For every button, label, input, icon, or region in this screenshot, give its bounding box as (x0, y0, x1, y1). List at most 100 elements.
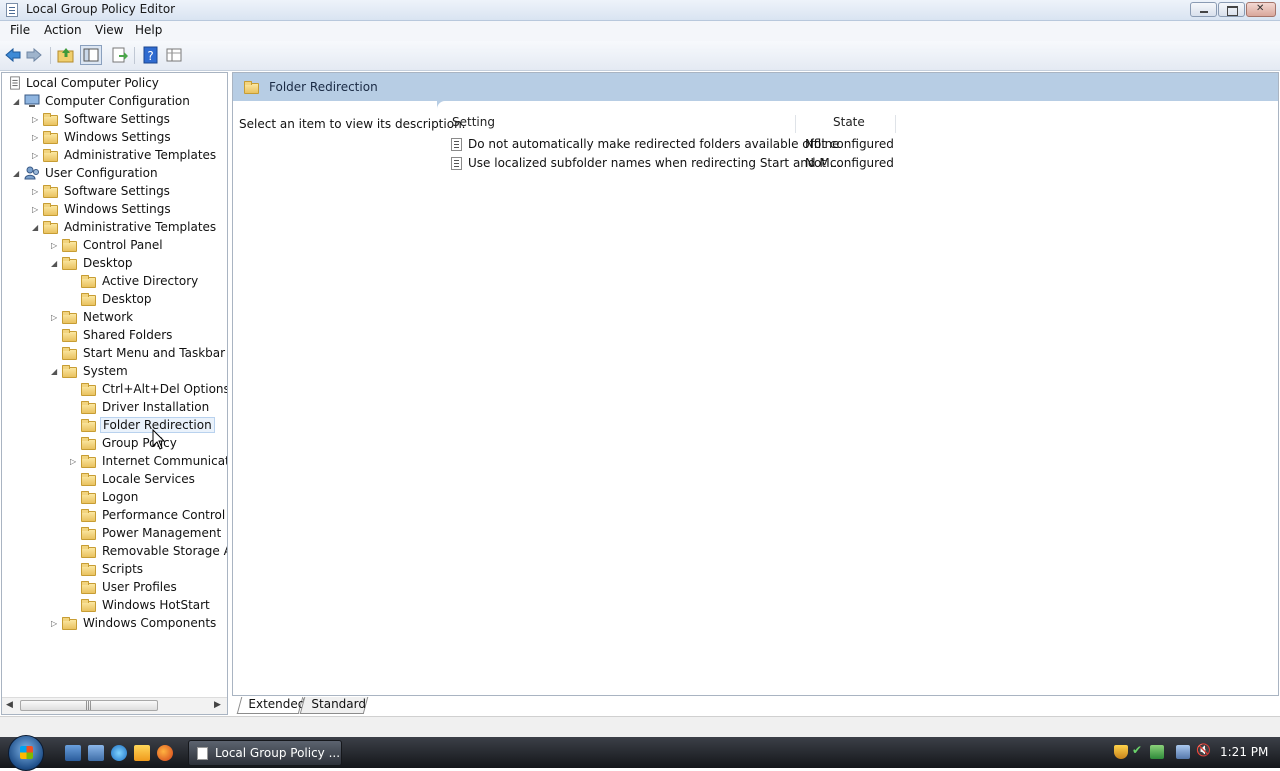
up-folder-icon[interactable] (57, 46, 75, 64)
setting-state: Not configured (805, 137, 894, 151)
back-arrow-icon[interactable] (4, 46, 22, 64)
column-divider[interactable] (895, 115, 896, 133)
tree-label: Performance Control Pa (102, 508, 227, 522)
taskbar-button-gpedit[interactable]: Local Group Policy ... (188, 740, 342, 766)
setting-name: Use localized subfolder names when redir… (468, 156, 842, 170)
column-divider[interactable] (795, 115, 796, 133)
folder-icon (81, 563, 96, 576)
tab-label: Extended (248, 697, 306, 711)
list-item[interactable]: Do not automatically make redirected fol… (447, 135, 1278, 154)
tree-horizontal-scrollbar[interactable]: ◀ ||| ▶ (2, 697, 227, 714)
expand-arrow-icon[interactable]: ▷ (51, 241, 59, 251)
folder-icon (81, 473, 96, 486)
tree-label: User Profiles (102, 580, 177, 594)
folder-icon (81, 545, 96, 558)
folder-icon (62, 329, 77, 342)
internet-explorer-icon[interactable] (111, 745, 127, 761)
network-icon[interactable] (1176, 745, 1190, 759)
menu-help[interactable]: Help (135, 23, 162, 37)
clock[interactable]: 1:21 PM (1220, 745, 1268, 759)
tree-label: Control Panel (83, 238, 163, 252)
status-bar (0, 716, 1280, 737)
expand-arrow-icon[interactable]: ▷ (70, 457, 78, 467)
folder-icon (81, 401, 96, 414)
expand-arrow-icon[interactable]: ▷ (32, 133, 40, 143)
tree-label: Local Computer Policy (26, 76, 159, 90)
folder-icon (81, 509, 96, 522)
tree-label: User Configuration (45, 166, 158, 180)
update-icon[interactable] (1150, 745, 1164, 759)
collapse-arrow-icon[interactable]: ◢ (13, 169, 21, 179)
security-shield-icon[interactable] (1114, 745, 1128, 759)
tree-label: Desktop (102, 292, 152, 306)
menu-bar: File Action View Help (0, 21, 1280, 41)
tab-extended[interactable]: Extended (236, 697, 306, 714)
view-pane-icon[interactable] (165, 46, 183, 64)
list-item[interactable]: Use localized subfolder names when redir… (447, 154, 1278, 173)
tree-pane[interactable]: Local Computer Policy ◢ Computer Configur… (1, 72, 228, 715)
column-header-setting[interactable]: Setting (452, 115, 495, 129)
tree-label: Locale Services (102, 472, 195, 486)
details-pane: Folder Redirection Select an item to vie… (232, 72, 1279, 696)
scrollbar-thumb[interactable]: ||| (20, 700, 158, 711)
toolbar-separator (134, 47, 135, 64)
collapse-arrow-icon[interactable]: ◢ (32, 223, 40, 233)
gpedit-app-icon (6, 3, 18, 17)
tree-label: Logon (102, 490, 139, 504)
menu-file[interactable]: File (10, 23, 30, 37)
minimize-button[interactable] (1190, 2, 1217, 17)
help-icon[interactable]: ? (142, 46, 160, 64)
tab-standard[interactable]: Standard (299, 697, 369, 714)
expand-arrow-icon[interactable]: ▷ (32, 187, 40, 197)
tree-label: Ctrl+Alt+Del Options (102, 382, 228, 396)
setting-state: Not configured (805, 156, 894, 170)
tree-label: Shared Folders (83, 328, 173, 342)
folder-icon (43, 113, 58, 126)
tree-label: Administrative Templates (64, 220, 217, 234)
taskbar: Local Group Policy ... ✔ 🔇 1:21 PM (0, 735, 1280, 771)
forward-arrow-icon[interactable] (25, 46, 43, 64)
menu-action[interactable]: Action (44, 23, 82, 37)
menu-view[interactable]: View (95, 23, 123, 37)
mouse-cursor-icon (152, 429, 166, 450)
close-button[interactable] (1246, 2, 1276, 17)
folder-icon (81, 527, 96, 540)
switch-windows-icon[interactable] (88, 745, 104, 761)
collapse-arrow-icon[interactable]: ◢ (51, 367, 59, 377)
tree-label: System (83, 364, 128, 378)
expand-arrow-icon[interactable]: ▷ (32, 151, 40, 161)
folder-icon (62, 239, 77, 252)
collapse-arrow-icon[interactable]: ◢ (13, 97, 21, 107)
policy-setting-icon (451, 157, 462, 170)
maximize-button[interactable] (1218, 2, 1245, 17)
show-desktop-icon[interactable] (65, 745, 81, 761)
tree-label: Internet Communicatio (102, 454, 228, 468)
tree-label: Windows HotStart (102, 598, 210, 612)
expand-arrow-icon[interactable]: ▷ (32, 205, 40, 215)
column-header-state[interactable]: State (833, 115, 865, 129)
scroll-left-arrow-icon[interactable]: ◀ (6, 700, 13, 710)
policy-document-icon (10, 76, 20, 90)
collapse-arrow-icon[interactable]: ◢ (51, 259, 59, 269)
show-hide-tree-icon[interactable] (80, 45, 102, 65)
export-list-icon[interactable] (111, 46, 129, 64)
volume-muted-icon[interactable]: 🔇 (1196, 743, 1211, 757)
list-header: Setting State (447, 113, 1278, 133)
expand-arrow-icon[interactable]: ▷ (51, 619, 59, 629)
folder-icon (81, 581, 96, 594)
folder-icon (43, 149, 58, 162)
start-button[interactable] (8, 735, 44, 771)
folder-icon (81, 293, 96, 306)
window-title: Local Group Policy Editor (26, 2, 176, 16)
folder-icon (81, 437, 96, 450)
tree-label: Desktop (83, 256, 133, 270)
toolbar-separator (50, 47, 51, 64)
media-player-icon[interactable] (134, 745, 150, 761)
tree-label: Scripts (102, 562, 144, 576)
expand-arrow-icon[interactable]: ▷ (32, 115, 40, 125)
firefox-icon[interactable] (157, 745, 173, 761)
expand-arrow-icon[interactable]: ▷ (51, 313, 59, 323)
checkmark-icon[interactable]: ✔ (1132, 743, 1146, 757)
scroll-right-arrow-icon[interactable]: ▶ (214, 700, 221, 710)
tree-label: Windows Settings (64, 202, 171, 216)
